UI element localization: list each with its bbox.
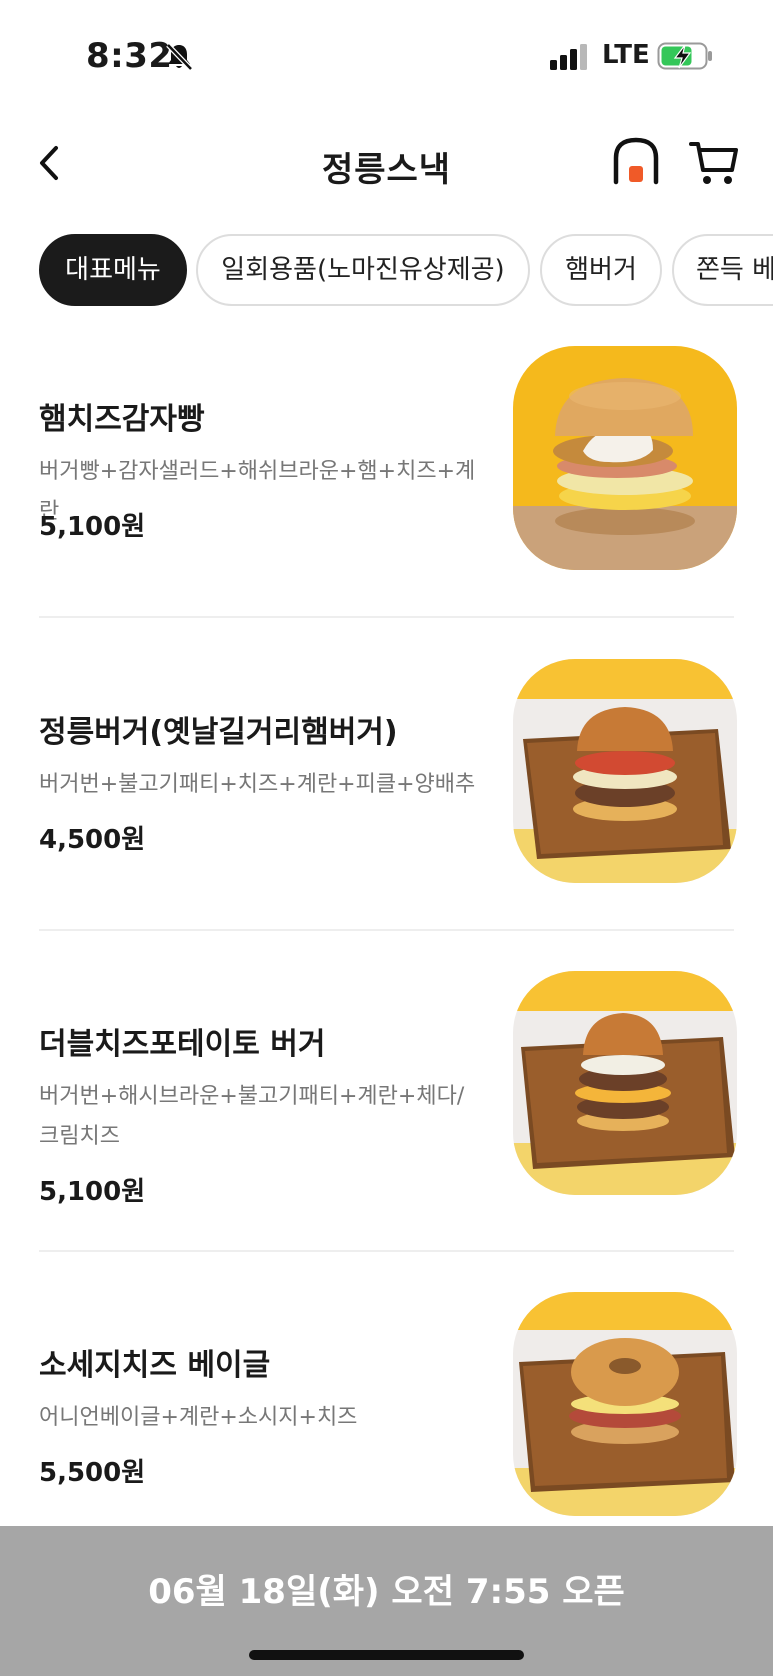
tab-hamburger[interactable]: 햄버거	[540, 234, 662, 306]
menu-item-price: 4,500원	[39, 825, 146, 855]
menu-item-description: 어니언베이글+계란+소시지+치즈	[39, 1405, 358, 1430]
menu-item-description: 버거번+해시브라운+불고기패티+계란+체다/크림치즈	[39, 1084, 465, 1149]
menu-item-image	[513, 346, 737, 570]
tab-chewy[interactable]: 쫀득 베	[672, 234, 773, 306]
network-label: LTE	[602, 40, 650, 70]
menu-item-name: 더블치즈포테이토 버거	[39, 1027, 326, 1062]
menu-item-image	[513, 1292, 737, 1516]
menu-item-price: 5,100원	[39, 1177, 146, 1207]
screen: 8:32 LTE 정릉스낵 대표메뉴 일회용품(노마진유상제공) 햄버거 쫀득 …	[0, 0, 773, 1676]
menu-item-image	[513, 971, 737, 1195]
opening-time-text: 06월 18일(화) 오전 7:55 오픈	[148, 1572, 625, 1612]
menu-item-sausage-cheese-bagel[interactable]: 소세지치즈 베이글 어니언베이글+계란+소시지+치즈 5,500원	[39, 1292, 737, 1516]
opening-time-banner: 06월 18일(화) 오전 7:55 오픈	[0, 1526, 773, 1676]
divider	[39, 1250, 734, 1252]
signal-icon	[550, 44, 587, 70]
bell-muted-icon	[166, 43, 193, 71]
header: 정릉스낵	[0, 120, 773, 206]
cart-icon[interactable]	[688, 136, 740, 188]
home-indicator[interactable]	[249, 1650, 524, 1660]
tab-signature-menu[interactable]: 대표메뉴	[39, 234, 187, 306]
status-time: 8:32	[86, 36, 173, 76]
menu-item-price: 5,500원	[39, 1458, 146, 1488]
menu-item-jeongneung-burger[interactable]: 정릉버거(옛날길거리햄버거) 버거번+불고기패티+치즈+계란+피클+양배추 4,…	[39, 659, 737, 883]
menu-item-ham-cheese-potato-bread[interactable]: 햄치즈감자빵 버거빵+감자샐러드+해쉬브라운+햄+치즈+계란 5,100원	[39, 346, 737, 570]
divider	[39, 929, 734, 931]
menu-item-name: 햄치즈감자빵	[39, 402, 205, 437]
menu-item-description: 버거번+불고기패티+치즈+계란+피클+양배추	[39, 772, 476, 797]
menu-item-image	[513, 659, 737, 883]
menu-item-price: 5,100원	[39, 512, 146, 542]
status-bar: 8:32 LTE	[0, 0, 773, 110]
tab-disposables[interactable]: 일회용품(노마진유상제공)	[196, 234, 530, 306]
battery-charging-icon	[657, 42, 712, 70]
divider	[39, 616, 734, 618]
menu-item-name: 정릉버거(옛날길거리햄버거)	[39, 715, 398, 750]
menu-item-name: 소세지치즈 베이글	[39, 1348, 271, 1383]
home-icon[interactable]	[612, 136, 660, 188]
menu-item-double-cheese-potato-burger[interactable]: 더블치즈포테이토 버거 버거번+해시브라운+불고기패티+계란+체다/크림치즈 5…	[39, 971, 737, 1207]
